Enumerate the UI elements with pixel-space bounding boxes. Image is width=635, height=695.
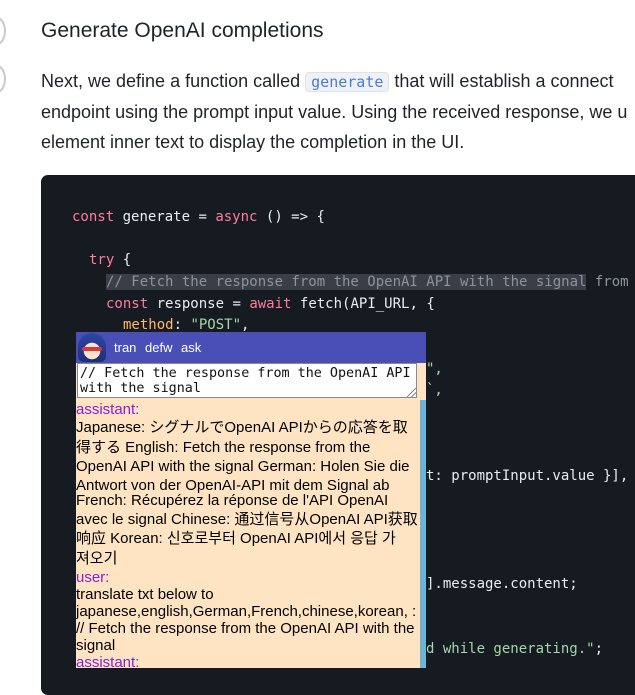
code-fragment: `, xyxy=(426,380,443,400)
assistant-message-line: French: Récupérez la réponse de l'API Op… xyxy=(76,492,389,509)
code-fragment: ", xyxy=(426,359,443,379)
code-line: try { xyxy=(89,250,131,270)
keyword: async xyxy=(215,209,258,225)
comment: from xyxy=(586,274,629,290)
code-fragment: d while generating."; xyxy=(426,639,603,659)
tab-tran[interactable]: tran xyxy=(114,340,136,355)
string: ", xyxy=(426,361,443,377)
popup-toolbar: tran defw ask xyxy=(76,332,426,363)
assistant-message-line: avec le signal Chinese: 通过信号从OpenAI API获… xyxy=(76,511,418,528)
keyword: try xyxy=(89,252,115,268)
property: method xyxy=(123,317,174,333)
code-text: generate = xyxy=(114,209,216,225)
keyword: const xyxy=(72,209,115,225)
assistant-message-line: Japanese: シグナルでOpenAI APIからの応答を取 xyxy=(76,419,408,436)
assistant-message-line: OpenAI API with the signal German: Holen… xyxy=(76,458,410,475)
para-text: that will establish a connect xyxy=(389,71,614,91)
avatar-icon xyxy=(78,333,106,362)
inline-code-generate: generate xyxy=(305,72,390,92)
para-line-2: endpoint using the prompt input value. U… xyxy=(41,101,628,122)
code-text: ; xyxy=(594,641,604,657)
prompt-input[interactable]: // Fetch the response from the OpenAI AP… xyxy=(77,363,417,398)
section-heading: Generate OpenAI completions xyxy=(41,19,324,42)
code-text: : xyxy=(173,317,191,333)
keyword: await xyxy=(249,296,292,312)
step-bullet-2 xyxy=(0,64,6,94)
user-message-line: // Fetch the response from the OpenAI AP… xyxy=(76,620,415,637)
para-line-1: Next, we define a function called genera… xyxy=(41,66,635,97)
string: "POST" xyxy=(190,317,242,333)
string: `, xyxy=(426,382,443,398)
code-text: fetch(API_URL, { xyxy=(291,296,435,312)
code-fragment: ].message.content; xyxy=(426,576,578,592)
tab-ask[interactable]: ask xyxy=(181,340,201,355)
translate-popup: tran defw ask // Fetch the response from… xyxy=(76,332,426,668)
code-text: , xyxy=(241,317,250,333)
code-line: // Fetch the response from the OpenAI AP… xyxy=(106,272,629,292)
assistant-label: assistant: xyxy=(76,401,140,418)
code-text: response = xyxy=(148,296,250,312)
assistant-message-line: 响应 Korean: 신호로부터 OpenAI API에서 응답 가 xyxy=(76,530,396,547)
selected-comment[interactable]: // Fetch the response from the OpenAI AP… xyxy=(106,274,587,290)
para-line-3: element inner text to display the comple… xyxy=(41,132,465,152)
code-text: { xyxy=(114,252,132,268)
para-text: Next, we define a function called xyxy=(41,71,306,91)
code-line: const response = await fetch(API_URL, { xyxy=(106,294,435,314)
step-bullet-1 xyxy=(0,16,6,46)
code-fragment: t: promptInput.value }], xyxy=(426,468,629,484)
tab-defw[interactable]: defw xyxy=(145,340,172,355)
keyword: const xyxy=(106,296,149,312)
assistant-message-line: 得する English: Fetch the response from the xyxy=(76,438,371,456)
code-content: const generate = async () => { try { // … xyxy=(72,207,629,333)
code-text: () => { xyxy=(257,209,325,225)
scrollbar[interactable] xyxy=(420,400,426,668)
description-paragraph: Next, we define a function called genera… xyxy=(41,66,635,158)
code-line: const generate = async () => { xyxy=(72,207,325,227)
assistant-label: assistant: xyxy=(76,654,140,668)
string: d while generating." xyxy=(426,641,595,657)
assistant-message-line: 져오기 xyxy=(76,550,118,567)
resize-handle-icon[interactable] xyxy=(407,388,416,397)
